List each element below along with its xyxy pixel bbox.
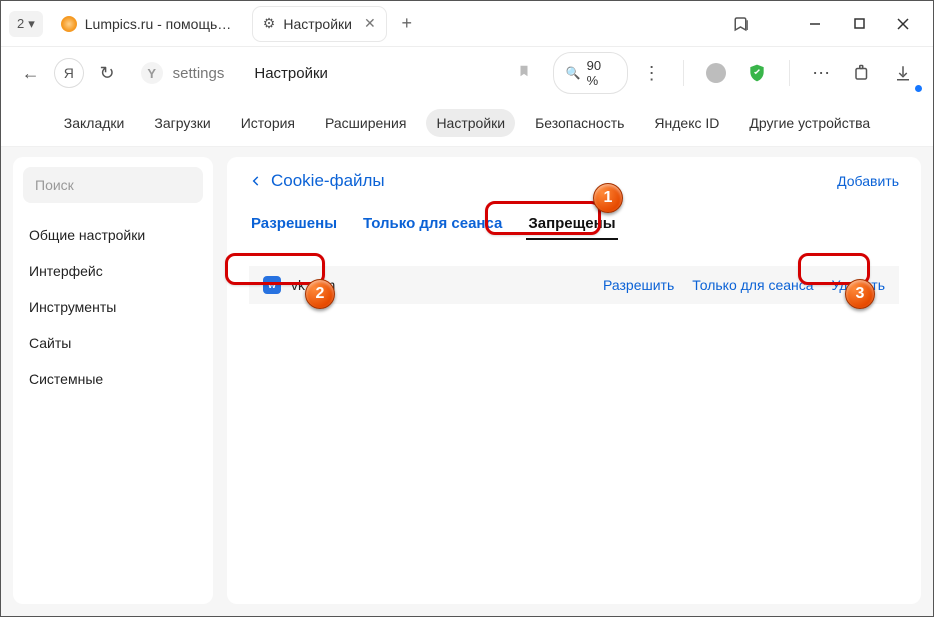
- settings-sidebar: Поиск Общие настройки Интерфейс Инструме…: [13, 157, 213, 604]
- tab-count: 2: [17, 16, 24, 31]
- nav-extensions[interactable]: Расширения: [315, 109, 416, 137]
- cookie-tab-blocked[interactable]: Запрещены: [526, 209, 617, 240]
- downloads-icon[interactable]: [886, 55, 921, 91]
- tab-settings[interactable]: ⚙ Настройки ✕: [253, 7, 386, 41]
- breadcrumb-cookie-files[interactable]: Cookie-файлы: [249, 171, 385, 191]
- titlebar: 2 ▾ Lumpics.ru - помощь с ко ⚙ Настройки…: [1, 1, 933, 47]
- vk-favicon: w: [263, 276, 281, 294]
- tab-counter[interactable]: 2 ▾: [9, 11, 43, 37]
- action-allow[interactable]: Разрешить: [603, 277, 674, 293]
- protect-globe-icon[interactable]: [698, 55, 733, 91]
- new-tab-button[interactable]: +: [394, 11, 420, 37]
- address-bar: ← Я ↻ Y settings Настройки 🔍 90 % ⋮ ⋯: [1, 47, 933, 99]
- nav-security[interactable]: Безопасность: [525, 109, 634, 137]
- yandex-home-button[interactable]: Я: [54, 58, 83, 88]
- action-delete[interactable]: Удалить: [832, 277, 885, 293]
- zoom-value: 90 %: [587, 58, 615, 88]
- sidebar-item-system[interactable]: Системные: [23, 361, 203, 397]
- sidebar-item-sites[interactable]: Сайты: [23, 325, 203, 361]
- tab-lumpics[interactable]: Lumpics.ru - помощь с ко: [51, 7, 245, 41]
- nav-other-devices[interactable]: Другие устройства: [739, 109, 880, 137]
- reload-button[interactable]: ↻: [90, 55, 125, 91]
- spacer-icon: [759, 7, 793, 41]
- downloads-badge: [913, 83, 924, 94]
- site-identity-icon: Y: [141, 62, 163, 84]
- page-title-inline: Настройки: [254, 65, 328, 82]
- content-area: Поиск Общие настройки Интерфейс Инструме…: [1, 147, 933, 616]
- main-panel: Cookie-файлы Добавить Разрешены Только д…: [227, 157, 921, 604]
- url-text: settings: [173, 65, 225, 82]
- settings-nav: Закладки Загрузки История Расширения Нас…: [1, 99, 933, 147]
- tab-title: Lumpics.ru - помощь с ко: [85, 16, 235, 32]
- magnifier-icon: 🔍: [566, 66, 581, 80]
- maximize-button[interactable]: [837, 4, 881, 44]
- close-icon[interactable]: ✕: [364, 15, 376, 32]
- site-domain: vk.com: [291, 277, 335, 293]
- gear-icon: ⚙: [263, 15, 276, 32]
- nav-downloads[interactable]: Загрузки: [144, 109, 220, 137]
- bookmark-icon[interactable]: [517, 63, 531, 84]
- more-button[interactable]: ⋯: [804, 55, 839, 91]
- cookie-tabs: Разрешены Только для сеанса Запрещены: [249, 209, 899, 240]
- sidebar-search[interactable]: Поиск: [23, 167, 203, 203]
- add-site-link[interactable]: Добавить: [837, 173, 899, 189]
- minimize-button[interactable]: [793, 4, 837, 44]
- bookmarks-icon[interactable]: [725, 7, 759, 41]
- nav-bookmarks[interactable]: Закладки: [54, 109, 135, 137]
- lumpics-favicon: [61, 16, 77, 32]
- close-window-button[interactable]: [881, 4, 925, 44]
- chevron-down-icon: ▾: [28, 16, 35, 32]
- nav-settings[interactable]: Настройки: [426, 109, 515, 137]
- zoom-control[interactable]: 🔍 90 %: [553, 52, 628, 94]
- nav-yandex-id[interactable]: Яндекс ID: [644, 109, 729, 137]
- sidebar-item-general[interactable]: Общие настройки: [23, 217, 203, 253]
- action-session-only[interactable]: Только для сеанса: [692, 277, 813, 293]
- back-button[interactable]: ←: [13, 55, 48, 91]
- cookie-tab-allowed[interactable]: Разрешены: [249, 209, 339, 240]
- site-row: w vk.com Разрешить Только для сеанса Уда…: [249, 266, 899, 304]
- separator: [683, 60, 684, 86]
- shield-icon[interactable]: [739, 55, 774, 91]
- extensions-icon[interactable]: [845, 55, 880, 91]
- separator: [789, 60, 790, 86]
- address-field[interactable]: Y settings Настройки: [131, 54, 541, 92]
- breadcrumb-label: Cookie-файлы: [271, 171, 385, 191]
- sidebar-item-tools[interactable]: Инструменты: [23, 289, 203, 325]
- cookie-tab-session[interactable]: Только для сеанса: [361, 209, 504, 240]
- tab-title: Настройки: [283, 16, 352, 32]
- sidebar-item-interface[interactable]: Интерфейс: [23, 253, 203, 289]
- nav-history[interactable]: История: [231, 109, 305, 137]
- page-menu-button[interactable]: ⋮: [634, 55, 669, 91]
